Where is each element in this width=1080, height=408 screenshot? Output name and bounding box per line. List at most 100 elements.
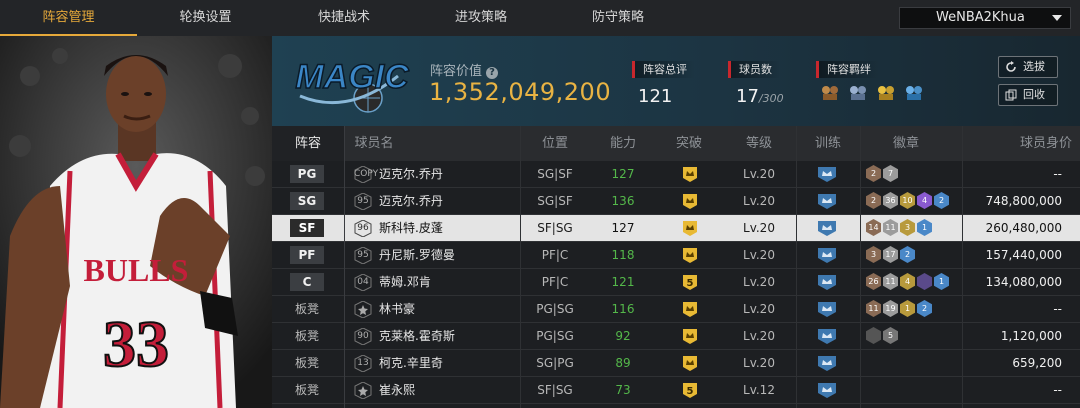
training-icon[interactable]	[817, 383, 837, 398]
player-name[interactable]: 林书豪	[379, 296, 415, 323]
badge-icon[interactable]: 2	[866, 192, 881, 209]
lineup-slot[interactable]: SG	[278, 188, 336, 215]
badge-icon[interactable]: 19	[883, 300, 898, 317]
lineup-screen: { "tabs": [ {"label": "阵容管理", "active": …	[0, 0, 1080, 408]
pick-button[interactable]: 选拔	[998, 56, 1058, 78]
breakthrough-icon[interactable]	[681, 329, 699, 344]
player-name[interactable]: 崔永熙	[379, 377, 415, 404]
badge-icon[interactable]: 3	[866, 246, 881, 263]
recycle-button[interactable]: 回收	[998, 84, 1058, 106]
lineup-slot[interactable]: C	[278, 269, 336, 296]
badge-icon[interactable]: 7	[883, 165, 898, 182]
card-edition-icon: 95	[354, 192, 372, 211]
column-divider	[520, 126, 521, 408]
badge-icon[interactable]: 2	[900, 246, 915, 263]
training-icon[interactable]	[817, 356, 837, 371]
tab-defense-strategy[interactable]: 防守策略	[548, 0, 688, 36]
player-level: Lv.20	[743, 356, 775, 370]
breakthrough-icon[interactable]	[681, 356, 699, 371]
player-name[interactable]: 克莱格.霍奇斯	[379, 323, 455, 350]
breakthrough-icon[interactable]	[681, 248, 699, 263]
lineup-slot[interactable]: 板凳	[278, 350, 336, 377]
player-name[interactable]: 蒂姆.邓肯	[379, 269, 431, 296]
player-position: SG|PG	[536, 356, 574, 370]
bond-icon-1[interactable]	[820, 84, 840, 102]
table-row[interactable]: PG COPY 迈克尔.乔丹 SG|SF 127 Lv.20 2 7 --	[272, 161, 1080, 188]
badge-icon[interactable]: 4	[900, 273, 915, 290]
player-ability: 127	[611, 167, 635, 181]
badge-icon[interactable]: 4	[917, 192, 932, 209]
lineup-slot[interactable]: SF	[278, 215, 336, 242]
bond-icons	[820, 84, 927, 106]
badge-icon[interactable]: 10	[900, 192, 915, 209]
training-icon[interactable]	[817, 302, 837, 317]
table-header: 阵容 球员名 位置 能力 突破 等级 训练 徽章 球员身价	[272, 126, 1080, 161]
badge-icon[interactable]: 1	[917, 219, 932, 236]
badge-icon[interactable]: 11	[866, 300, 881, 317]
badge-icon[interactable]: 2	[934, 192, 949, 209]
table-row[interactable]: PF 95 丹尼斯.罗德曼 PF|C 118 Lv.20 3 17 2 157,440,000	[272, 242, 1080, 269]
badge-list: 5	[866, 327, 900, 346]
player-position: SG|SF	[537, 194, 573, 208]
table-row[interactable]: 板凳 崔永熙 SF|SG 73 5 Lv.12 --	[272, 377, 1080, 404]
breakthrough-icon[interactable]	[681, 194, 699, 209]
table-row[interactable]: C 04 蒂姆.邓肯 PF|C 121 5 Lv.20 26 11 4 1 134,080,000	[272, 269, 1080, 296]
table-row[interactable]: SF 96 斯科特.皮蓬 SF|SG 127 Lv.20 14 11 3 1 260,480,000	[272, 215, 1080, 242]
tab-rotation-settings[interactable]: 轮换设置	[137, 0, 274, 36]
player-name[interactable]: 柯克.辛里奇	[379, 350, 443, 377]
column-divider	[344, 126, 345, 408]
account-dropdown[interactable]: WeNBA2Khua	[899, 7, 1071, 29]
player-name[interactable]: 斯科特.皮蓬	[379, 215, 443, 242]
training-icon[interactable]	[817, 329, 837, 344]
bond-icon-4[interactable]	[904, 84, 924, 102]
training-icon[interactable]	[817, 194, 837, 209]
badge-icon[interactable]: 1	[900, 300, 915, 317]
badge-icon[interactable]	[917, 273, 932, 290]
badge-icon[interactable]: 26	[866, 273, 881, 290]
badge-icon[interactable]: 5	[883, 327, 898, 344]
player-name[interactable]: 迈克尔.乔丹	[379, 188, 443, 215]
bond-icon-2[interactable]	[848, 84, 868, 102]
badge-icon[interactable]: 17	[883, 246, 898, 263]
lineup-slot[interactable]: 板凳	[278, 377, 336, 404]
breakthrough-icon[interactable]: 5	[681, 383, 699, 398]
bond-icon-3[interactable]	[876, 84, 896, 102]
training-icon[interactable]	[817, 275, 837, 290]
badge-icon[interactable]: 11	[883, 273, 898, 290]
table-row[interactable]: 板凳 13 柯克.辛里奇 SG|PG 89 Lv.20 659,200	[272, 350, 1080, 377]
tab-lineup-management[interactable]: 阵容管理	[0, 0, 137, 36]
player-name[interactable]: 丹尼斯.罗德曼	[379, 242, 455, 269]
badge-icon[interactable]: 2	[917, 300, 932, 317]
badge-icon[interactable]: 2	[866, 165, 881, 182]
badge-icon[interactable]: 11	[883, 219, 898, 236]
breakthrough-icon[interactable]	[681, 221, 699, 236]
player-ability: 92	[615, 329, 631, 343]
position-slot-label: PG	[290, 165, 324, 183]
table-row[interactable]: 板凳 林书豪 PG|SG 116 Lv.20 11 19 1 2 --	[272, 296, 1080, 323]
player-value: 260,480,000	[985, 221, 1062, 235]
badge-icon[interactable]: 14	[866, 219, 881, 236]
table-row[interactable]: SG 95 迈克尔.乔丹 SG|SF 136 Lv.20 2 36 10 4 2 748,800,00…	[272, 188, 1080, 215]
table-row[interactable]: 板凳 90 克莱格.霍奇斯 PG|SG 92 Lv.20 5 1,120,000	[272, 323, 1080, 350]
breakthrough-icon[interactable]: 5	[681, 275, 699, 290]
svg-text:33: 33	[103, 308, 169, 381]
badge-icon[interactable]: 1	[934, 273, 949, 290]
training-icon[interactable]	[817, 248, 837, 263]
lineup-slot[interactable]: PF	[278, 242, 336, 269]
chevron-down-icon	[1052, 15, 1062, 21]
svg-text:5: 5	[687, 278, 694, 289]
lineup-slot[interactable]: 板凳	[278, 323, 336, 350]
badge-icon[interactable]: 36	[883, 192, 898, 209]
breakthrough-icon[interactable]	[681, 302, 699, 317]
training-icon[interactable]	[817, 221, 837, 236]
player-level: Lv.20	[743, 302, 775, 316]
badge-icon[interactable]: 3	[900, 219, 915, 236]
player-name[interactable]: 迈克尔.乔丹	[379, 161, 443, 188]
tab-quick-tactics[interactable]: 快捷战术	[274, 0, 414, 36]
lineup-slot[interactable]: PG	[278, 161, 336, 188]
breakthrough-icon[interactable]	[681, 167, 699, 182]
badge-icon[interactable]	[866, 327, 881, 344]
lineup-slot[interactable]: 板凳	[278, 296, 336, 323]
tab-offense-strategy[interactable]: 进攻策略	[414, 0, 548, 36]
training-icon[interactable]	[817, 167, 837, 182]
